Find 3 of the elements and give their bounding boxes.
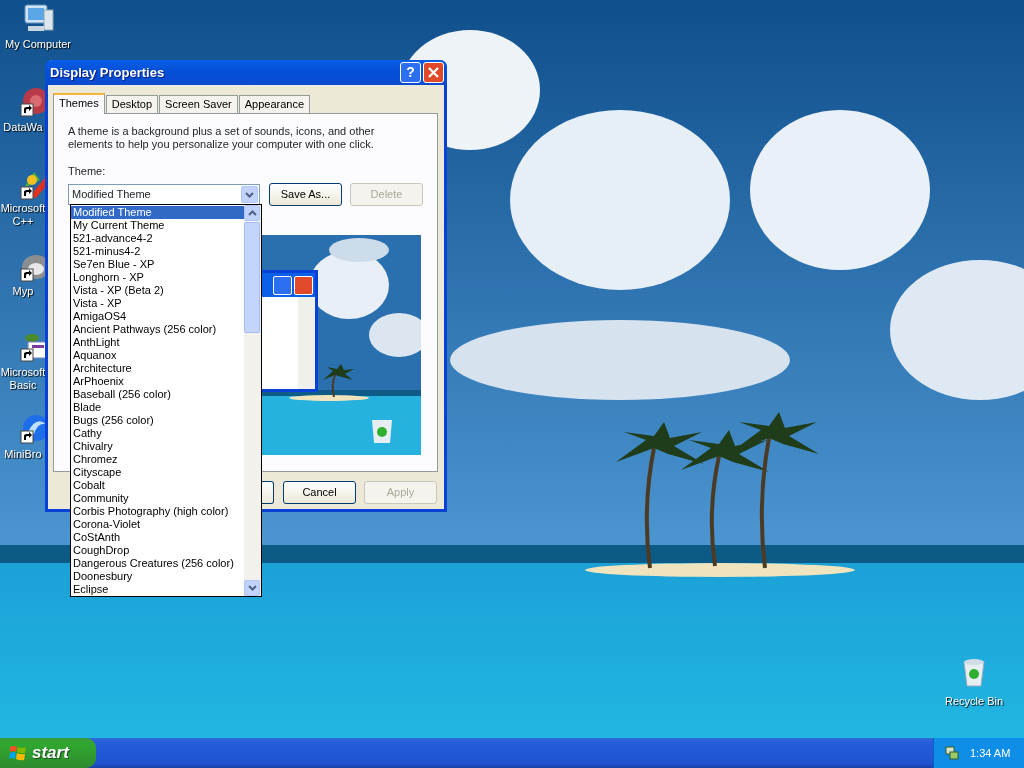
network-icon[interactable]	[944, 745, 960, 761]
start-button[interactable]: start	[0, 738, 96, 768]
windows-logo-icon	[9, 744, 27, 762]
